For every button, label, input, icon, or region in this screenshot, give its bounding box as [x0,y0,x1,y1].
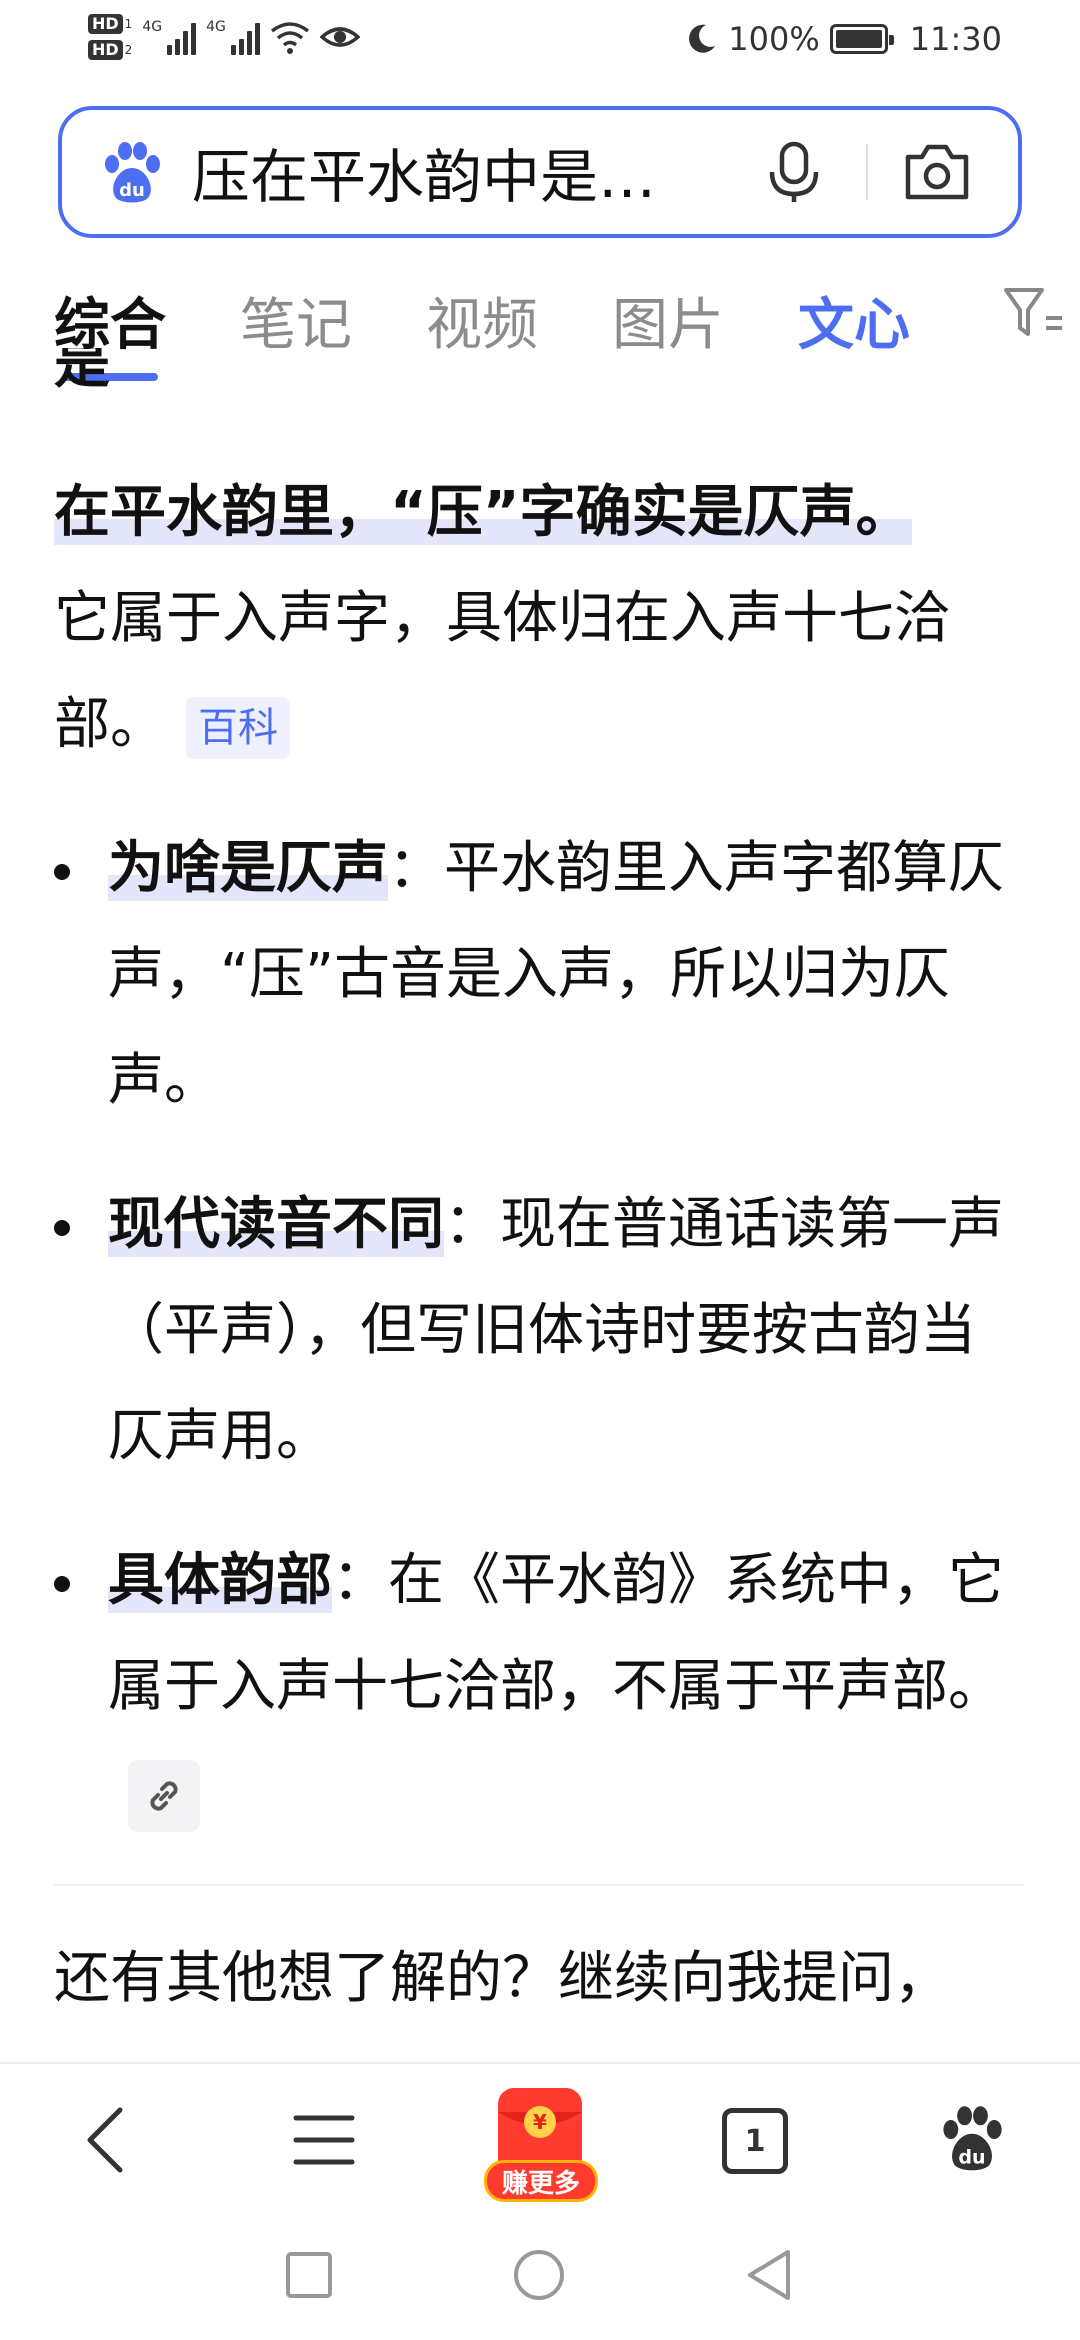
baidu-home-icon[interactable]: du [936,2102,1008,2174]
tab-notes[interactable]: 笔记 [240,280,352,361]
bullet-title: 为啥是仄声 [108,836,388,901]
network-type-1: 4G [142,19,163,35]
back-chevron-icon[interactable] [80,2104,130,2176]
earn-more-label[interactable]: 赚更多 [484,2160,598,2202]
search-bar[interactable]: du 压在平水韵中是仄声吗 [58,106,1022,238]
moon-icon [689,24,716,53]
bottom-toolbar: ¥ 赚更多 1 du [0,2062,1080,2210]
clipped-text: 是 [54,348,110,390]
back-triangle-icon[interactable] [744,2248,794,2302]
system-navigation-bar [0,2210,1080,2340]
followup-prompt: 还有其他想了解的？继续向我提问， [54,1946,950,2011]
hd-badge-2: HD [88,40,123,60]
svg-text:du: du [119,180,145,201]
answer-paragraph: 在平水韵里，“压”字确实是仄声。 它属于入声字，具体归在入声十七洽部。 百科 [54,460,1024,778]
source-link-button[interactable] [128,1759,200,1832]
answer-headline: 在平水韵里，“压”字确实是仄声。 [54,480,912,545]
list-item: 具体韵部：在《平水韵》系统中，它属于入声十七洽部，不属于平声部。 [54,1528,1024,1846]
clock: 11:30 [909,20,1002,58]
baike-source-tag[interactable]: 百科 [186,696,290,759]
eye-comfort-icon [319,27,360,47]
battery-percent: 100% [728,20,820,58]
screen: HD 1 HD 2 4G 4G 100% 11:30 du 压在平水韵中是仄 综… [0,0,1080,2340]
list-item: 现代读音不同：现在普通话读第一声（平声），但写旧体诗时要按古韵当仄声用。 [54,1172,1024,1490]
network-type-2: 4G [206,19,226,35]
svg-text:du: du [958,2146,985,2168]
answer-bullets: 为啥是仄声：平水韵里入声字都算仄声，“压”古音是入声，所以归为仄声。 现代读音不… [54,816,1024,1846]
filter-icon[interactable] [1002,282,1066,346]
tab-images[interactable]: 图片 [612,280,724,361]
wifi-icon [270,22,309,54]
link-icon [150,1781,178,1811]
list-item: 为啥是仄声：平水韵里入声字都算仄声，“压”古音是入声，所以归为仄声。 [54,816,1024,1134]
signal-2-icon: 4G [206,19,260,55]
baidu-paw-icon: du [105,142,160,203]
hd-badge-2-number: 2 [124,43,133,57]
status-bar: HD 1 HD 2 4G 4G 100% 11:30 [0,0,1080,86]
tab-videos[interactable]: 视频 [426,280,538,361]
hd-badge-1: HD [88,14,123,34]
microphone-icon[interactable] [762,140,826,204]
red-packet-symbol: ¥ [533,2110,547,2134]
camera-icon[interactable] [902,137,972,207]
tab-wenxin[interactable]: 文心 [798,280,910,361]
recents-square-icon[interactable] [284,2250,334,2300]
battery-icon [829,24,894,54]
hd-badge-1-number: 1 [124,17,133,31]
bullet-title: 现代读音不同 [108,1192,444,1257]
section-divider [54,1884,1024,1886]
home-circle-icon[interactable] [512,2248,566,2302]
search-divider [866,144,868,200]
menu-icon[interactable] [292,2112,356,2168]
ai-answer: 在平水韵里，“压”字确实是仄声。 它属于入声字，具体归在入声十七洽部。 百科 为啥… [54,460,1024,2032]
tab-count-button[interactable]: 1 [722,2108,788,2174]
search-query-input[interactable]: 压在平水韵中是仄声吗 [192,130,702,214]
signal-1-icon: 4G [142,19,197,55]
bullet-title: 具体韵部 [108,1548,332,1613]
result-tabs: 综合 笔记 视频 图片 文心 [54,270,1080,381]
